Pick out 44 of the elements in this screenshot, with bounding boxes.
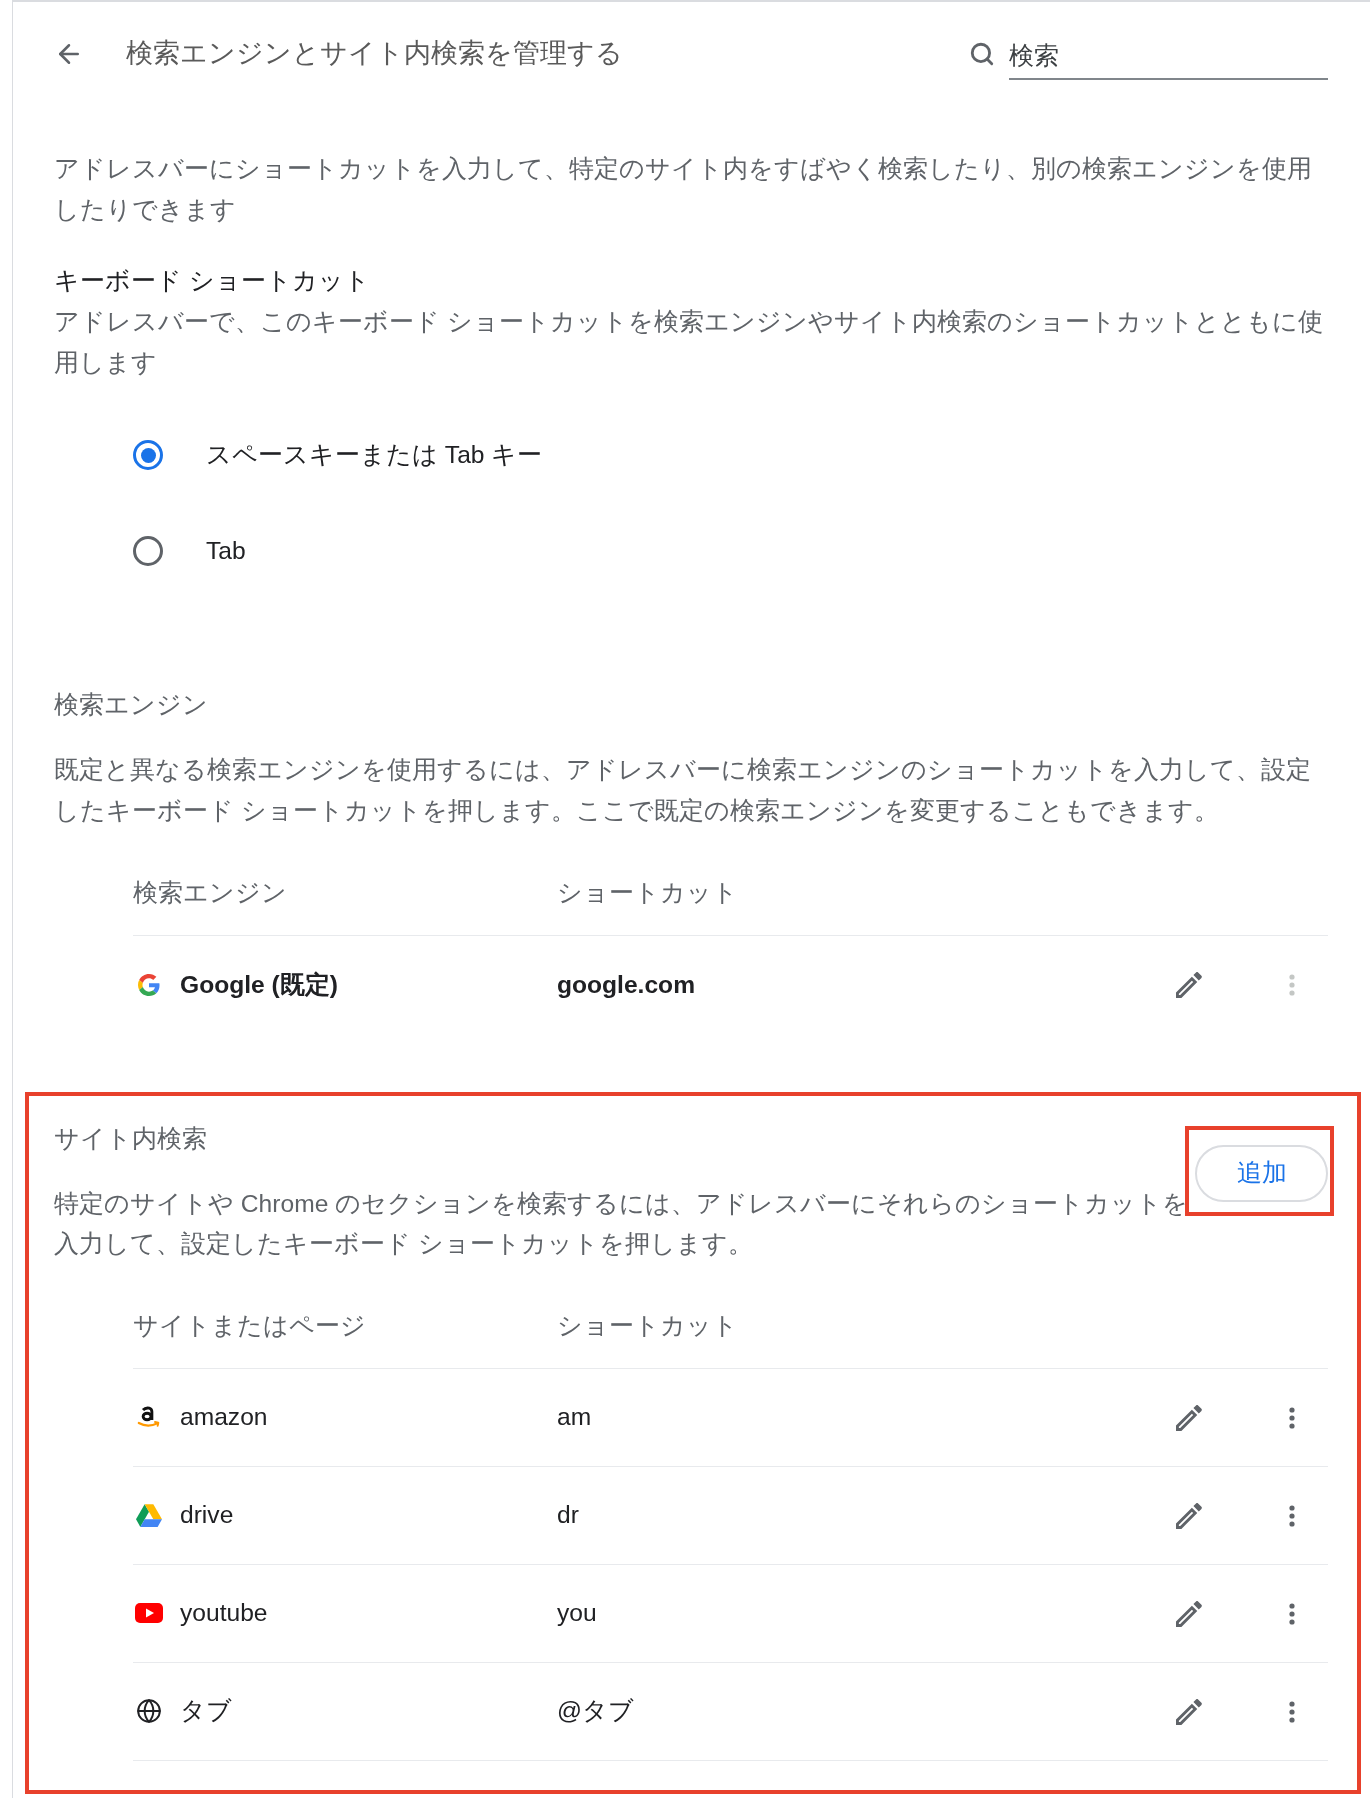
site-name: amazon bbox=[180, 1402, 268, 1433]
radio-label: スペースキーまたは Tab キー bbox=[206, 439, 543, 470]
pencil-icon bbox=[1176, 1404, 1202, 1431]
more-options-icon bbox=[1289, 1406, 1295, 1429]
column-header: 検索エンジン bbox=[133, 878, 288, 909]
section-title: キーボード ショートカット bbox=[54, 266, 371, 296]
search-field[interactable]: 検索 bbox=[1009, 30, 1328, 80]
section-description: 特定のサイトや Chrome のセクションを検索するには、アドレスバーにそれらのショートカットを入力して、設定したキーボード ショートカットを押します。 bbox=[54, 1189, 1190, 1259]
shortcut-text: dr bbox=[557, 1501, 579, 1529]
youtube-logo-icon bbox=[135, 1603, 163, 1624]
radio-label: Tab bbox=[206, 535, 246, 566]
pencil-icon bbox=[1176, 1698, 1202, 1725]
section-description: 既定と異なる検索エンジンを使用するには、アドレスバーに検索エンジンのショートカットを入力して、設定したキーボード ショートカットを押します。ここで既定の検索エンジンを変更することもできます。 bbox=[54, 755, 1312, 826]
intro-text: アドレスバーにショートカットを入力して、特定のサイト内をすばやく検索したり、別の検索エンジンを使用したりできます bbox=[54, 154, 1313, 225]
more-options-icon bbox=[1289, 1504, 1295, 1527]
more-options-icon bbox=[1289, 974, 1295, 996]
column-header: サイトまたはページ bbox=[133, 1311, 367, 1342]
shortcut-text: am bbox=[557, 1403, 592, 1431]
drive-logo-icon bbox=[136, 1504, 162, 1527]
site-name: タブ bbox=[180, 1696, 232, 1727]
search-icon bbox=[969, 41, 995, 67]
shortcut-text: google.com bbox=[557, 970, 695, 998]
pencil-icon bbox=[1176, 1600, 1202, 1627]
google-logo-icon bbox=[138, 974, 160, 996]
section-title: 検索エンジン bbox=[54, 690, 209, 720]
pencil-icon bbox=[1176, 1502, 1202, 1529]
shortcut-text: @タブ bbox=[557, 1697, 634, 1725]
more-options-icon bbox=[1289, 1602, 1295, 1625]
shortcut-text: you bbox=[557, 1599, 597, 1627]
section-description: アドレスバーで、このキーボード ショートカットを検索エンジンやサイト内検索のショートカットとともに使用します bbox=[54, 307, 1324, 378]
add-button[interactable]: 追加 bbox=[1195, 1145, 1328, 1202]
site-name: Google (既定) bbox=[180, 969, 338, 1000]
globe-icon bbox=[136, 1698, 162, 1725]
site-name: youtube bbox=[180, 1598, 268, 1629]
column-header: ショートカット bbox=[557, 878, 738, 909]
site-name: drive bbox=[180, 1500, 234, 1531]
pencil-icon bbox=[1176, 972, 1202, 998]
radio-button[interactable] bbox=[133, 536, 163, 566]
amazon-logo-icon bbox=[137, 1405, 161, 1430]
column-header: ショートカット bbox=[557, 1311, 738, 1342]
more-options-icon bbox=[1289, 1700, 1295, 1723]
radio-button[interactable] bbox=[133, 440, 163, 470]
section-title: サイト内検索 bbox=[54, 1124, 208, 1154]
page-title: 検索エンジンとサイト内検索を管理する bbox=[126, 37, 624, 71]
